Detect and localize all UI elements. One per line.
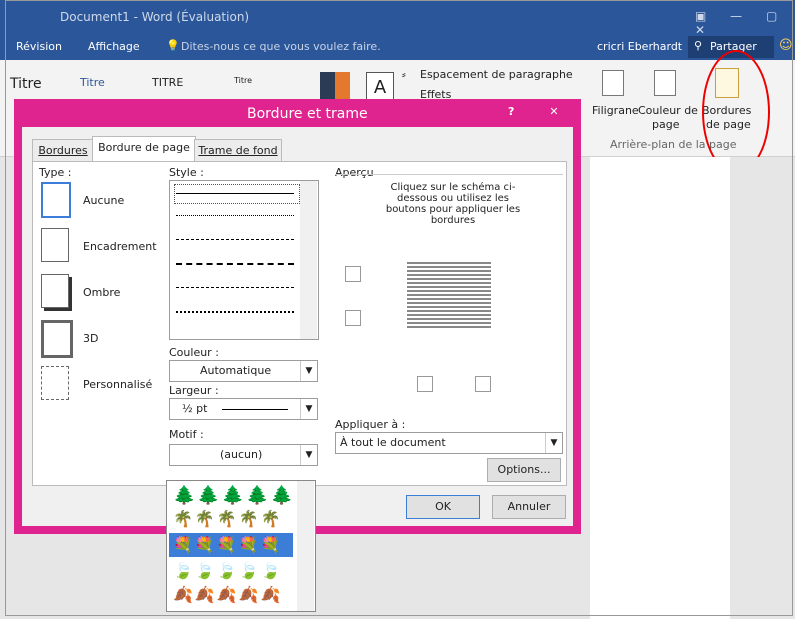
menu-revision[interactable]: Révision <box>16 40 62 53</box>
person-icon: ⚲ <box>694 39 703 52</box>
style-titre-2[interactable]: Titre <box>80 76 105 89</box>
bottom-border-button[interactable] <box>345 310 361 326</box>
type-aucune[interactable]: Aucune <box>83 194 124 207</box>
type-3d[interactable]: 3D <box>83 332 98 345</box>
style-titre-1[interactable]: Titre <box>10 76 42 92</box>
top-border-button[interactable] <box>345 266 361 282</box>
style-titre-3[interactable]: TITRE <box>152 76 183 89</box>
type-3d-icon[interactable] <box>41 320 73 358</box>
couleur-label: Couleur : <box>169 346 219 359</box>
apercu-instructions: Cliquez sur le schéma ci-dessous ou util… <box>385 182 521 226</box>
theme-colors-icon[interactable] <box>320 72 350 102</box>
window-title: Document1 - Word (Évaluation) <box>60 10 250 24</box>
style-list[interactable] <box>169 180 319 340</box>
style-label: Style : <box>169 166 204 179</box>
style-scrollbar[interactable] <box>300 181 317 339</box>
appliquer-value: À tout le document <box>340 436 446 449</box>
ok-button[interactable]: OK <box>406 495 480 519</box>
options-button[interactable]: Options... <box>487 458 561 482</box>
type-ombre[interactable]: Ombre <box>83 286 120 299</box>
chevron-down-icon[interactable]: ▼ <box>300 445 317 465</box>
type-personnalise[interactable]: Personnalisé <box>83 378 152 391</box>
largeur-select[interactable]: ½ pt ▼ <box>169 398 318 420</box>
chevron-down-icon[interactable]: ▼ <box>300 361 317 381</box>
type-shadow-icon[interactable] <box>41 274 69 308</box>
page-border-panel: Type : Aucune Encadrement Ombre 3D Perso… <box>32 161 567 486</box>
motif-select[interactable]: (aucun) ▼ <box>169 444 318 466</box>
appliquer-select[interactable]: À tout le document ▼ <box>335 432 563 454</box>
style-selected[interactable] <box>174 184 300 204</box>
largeur-label: Largeur : <box>169 384 219 397</box>
tab-bordure-de-page-label: Bordure de page <box>98 141 190 154</box>
chevron-down-icon[interactable]: ▼ <box>545 433 562 453</box>
type-encadrement[interactable]: Encadrement <box>83 240 157 253</box>
menu-bar: Révision Affichage 💡 Dites-nous ce que v… <box>0 34 795 60</box>
tab-trame-de-fond-label: Trame de fond <box>198 144 278 157</box>
right-border-button[interactable] <box>475 376 491 392</box>
window-controls-icon[interactable]: ▣ — ▢ ✕ <box>695 9 795 37</box>
paragraph-spacing[interactable]: Espacement de paragraphe <box>420 68 573 81</box>
largeur-line-sample <box>222 409 288 410</box>
appliquer-label: Appliquer à : <box>335 418 406 431</box>
apercu-label: Aperçu <box>335 166 374 179</box>
tree-art-icon[interactable]: 🌲🌲🌲🌲🌲 <box>173 485 295 506</box>
red-annotation-circle <box>702 50 770 174</box>
apercu-divider <box>335 174 563 175</box>
couleur-value: Automatique <box>200 364 272 377</box>
tab-bordures[interactable]: Bordures <box>32 139 94 161</box>
dialog-title-bar: Bordure et trame ? ✕ <box>14 99 581 127</box>
menu-affichage[interactable]: Affichage <box>88 40 140 53</box>
paragraph-spacing-icon: ⸗ <box>402 68 406 81</box>
type-none-icon[interactable] <box>41 182 71 218</box>
tell-me-box[interactable]: Dites-nous ce que vous voulez faire. <box>181 40 381 53</box>
tab-trame-de-fond[interactable]: Trame de fond <box>194 139 282 161</box>
style-solid[interactable] <box>176 193 294 194</box>
lightbulb-icon: 💡 <box>166 39 180 52</box>
largeur-value: ½ pt <box>182 402 208 415</box>
tab-bordure-de-page[interactable]: Bordure de page <box>92 136 196 162</box>
dialog-title: Bordure et trame <box>247 106 368 122</box>
type-box-icon[interactable] <box>41 228 69 262</box>
style-dashed[interactable] <box>176 263 294 265</box>
help-icon[interactable]: ? <box>508 105 514 118</box>
left-border-button[interactable] <box>417 376 433 392</box>
motif-dropdown[interactable]: 🌲🌲🌲🌲🌲 🌴🌴🌴🌴🌴 💐💐💐💐💐 🍃🍃🍃🍃🍃 🍂🍂🍂🍂🍂 <box>166 480 316 612</box>
cancel-button[interactable]: Annuler <box>492 495 566 519</box>
motif-value: (aucun) <box>220 448 263 461</box>
dialog-body: Bordures Bordure de page Trame de fond T… <box>22 127 573 526</box>
motif-scrollbar[interactable] <box>297 481 314 611</box>
title-bar: Document1 - Word (Évaluation) ▣ — ▢ ✕ <box>0 0 795 37</box>
type-custom-icon[interactable] <box>41 366 69 400</box>
chevron-down-icon[interactable]: ▼ <box>300 399 317 419</box>
style-dotted[interactable] <box>176 215 294 216</box>
palm-art-icon[interactable]: 🌴🌴🌴🌴🌴 <box>173 509 283 528</box>
document-page[interactable] <box>590 157 730 619</box>
leaf-art-icon[interactable]: 🍃🍃🍃🍃🍃 <box>173 561 283 580</box>
page-color-icon[interactable] <box>654 70 676 96</box>
close-icon[interactable]: ✕ <box>534 101 574 123</box>
user-name[interactable]: cricri Eberhardt <box>597 40 682 53</box>
page-color-label-1[interactable]: Couleur de <box>638 104 698 117</box>
watermark-icon[interactable] <box>602 70 624 96</box>
flower-art-icon[interactable]: 💐💐💐💐💐 <box>173 535 283 554</box>
page-color-label-2[interactable]: page <box>652 118 679 131</box>
smiley-icon[interactable]: ☺ <box>779 38 793 53</box>
style-dashed-small[interactable] <box>176 239 294 240</box>
type-label: Type : <box>39 166 72 179</box>
couleur-select[interactable]: Automatique ▼ <box>169 360 318 382</box>
watermark-label[interactable]: Filigrane <box>592 104 639 117</box>
style-dash-dot[interactable] <box>176 287 294 288</box>
border-shading-dialog: Bordure et trame ? ✕ Bordures Bordure de… <box>14 99 581 534</box>
motif-label: Motif : <box>169 428 204 441</box>
style-titre-4[interactable]: Titre <box>234 76 252 85</box>
style-dash-dot-dot[interactable] <box>176 311 294 313</box>
tab-bordures-label: Bordures <box>38 144 88 157</box>
swirl-art-icon[interactable]: 🍂🍂🍂🍂🍂 <box>173 585 283 604</box>
preview-page[interactable] <box>407 260 491 330</box>
